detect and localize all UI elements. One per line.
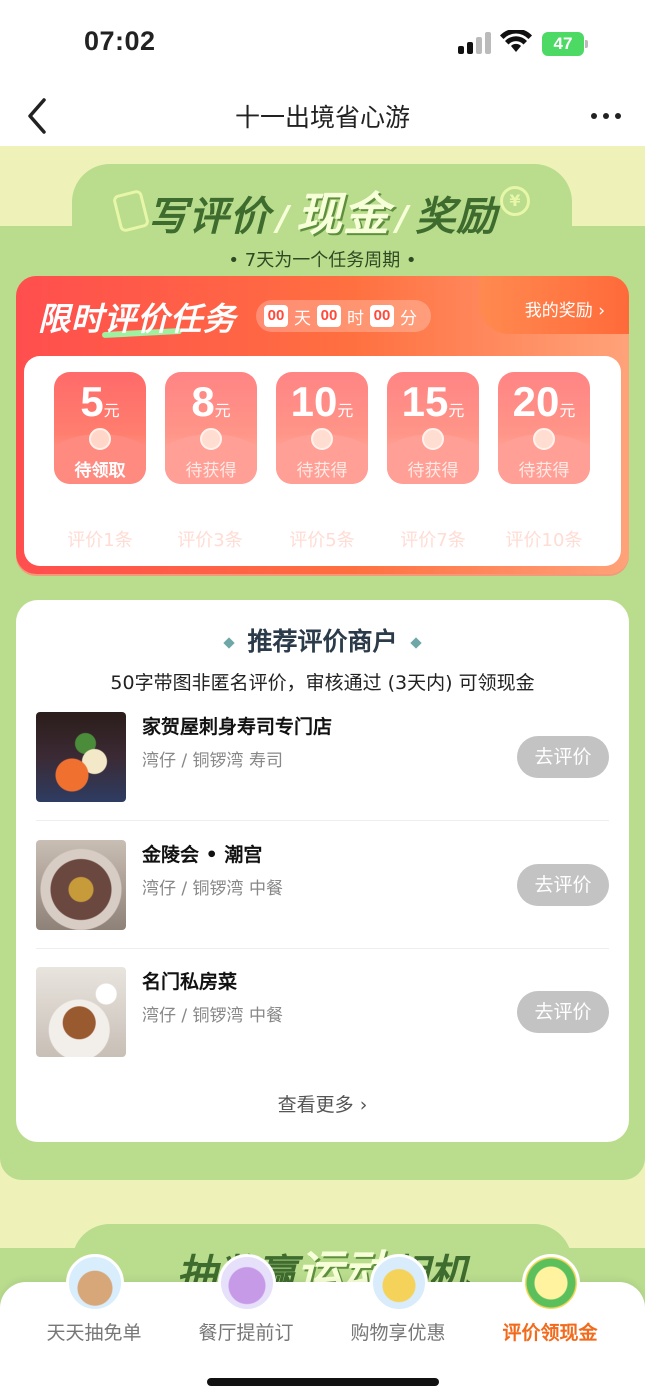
tab-daily-lottery[interactable]: 天天抽免单 — [14, 1254, 174, 1362]
cellular-signal-icon — [458, 32, 492, 54]
merchant-photo — [36, 712, 126, 802]
page-title: 十一出境省心游 — [234, 103, 410, 132]
countdown-hour-unit: 时 — [347, 308, 364, 329]
recommend-subtitle: 50字带图非匿名评价，审核通过 (3天内) 可领现金 — [110, 672, 535, 694]
coupon-unit: 元 — [103, 401, 120, 420]
status-bar: 07:02 47 — [0, 0, 645, 88]
coupon-unit: 元 — [448, 401, 465, 420]
see-more-link[interactable]: 查看更多 › — [16, 1090, 629, 1117]
merchant-name: 家贺屋刺身寿司专门店 — [142, 716, 333, 738]
tab-shopping-deals[interactable]: 购物享优惠 — [318, 1254, 478, 1362]
requirement-label: 评价10条 — [505, 530, 583, 551]
list-item[interactable]: 金陵会 • 潮宫 湾仔 / 铜锣湾 中餐 去评价 — [36, 840, 609, 952]
countdown-timer: 00 天 00 时 00 分 — [256, 300, 431, 332]
list-item[interactable]: 名门私房菜 湾仔 / 铜锣湾 中餐 去评价 — [36, 967, 609, 1079]
countdown-day-unit: 天 — [294, 308, 311, 329]
tab-label: 餐厅提前订 — [198, 1322, 294, 1344]
merchant-photo — [36, 967, 126, 1057]
recommend-title: 推荐评价商户 — [16, 622, 629, 658]
tab-review-cash[interactable]: 评价领现金 — [470, 1254, 630, 1362]
banner-title: 写评价 / 现金 / 奖励 — [147, 187, 498, 241]
coupon-5[interactable]: 5元 待领取 — [54, 372, 146, 484]
coupon-15: 15元 待获得 — [387, 372, 479, 484]
coupon-status: 待获得 — [407, 461, 459, 481]
coupon-10: 10元 待获得 — [276, 372, 368, 484]
merchant-photo — [36, 840, 126, 930]
coupon-8: 8元 待获得 — [165, 372, 257, 484]
divider — [36, 820, 609, 821]
my-reward-link[interactable]: 我的奖励 › — [525, 296, 605, 321]
banner-title-part3: 奖励 — [415, 194, 498, 240]
merchant-name: 名门私房菜 — [142, 971, 238, 993]
diamond-icon — [223, 637, 236, 649]
review-pen-icon — [522, 1254, 580, 1312]
more-dots-icon[interactable] — [591, 100, 623, 130]
seal-icon — [533, 428, 555, 450]
sofa-icon — [218, 1254, 276, 1312]
task-cycle-text: • 7天为一个任务周期 • — [228, 250, 417, 271]
list-item[interactable]: 家贺屋刺身寿司专门店 湾仔 / 铜锣湾 寿司 去评价 — [36, 712, 609, 824]
requirement-label: 评价1条 — [67, 530, 133, 551]
banner-title-part1: 写评价 — [147, 194, 271, 240]
seal-icon — [89, 428, 111, 450]
wifi-icon — [500, 30, 532, 52]
nav-bar: 十一出境省心游 — [0, 88, 645, 146]
review-button[interactable]: 去评价 — [517, 864, 609, 906]
requirement-label: 评价3条 — [177, 530, 243, 551]
review-button[interactable]: 去评价 — [517, 736, 609, 778]
merchant-location: 湾仔 / 铜锣湾 寿司 — [142, 751, 283, 771]
countdown-days: 00 — [264, 305, 288, 327]
coupon-amount: 20 — [512, 378, 560, 425]
coupon-unit: 元 — [214, 401, 231, 420]
countdown-hours: 00 — [317, 305, 341, 327]
coupon-status: 待获得 — [185, 461, 237, 481]
bear-icon — [66, 1254, 124, 1312]
coupon-status: 待获得 — [296, 461, 348, 481]
tab-label: 评价领现金 — [502, 1322, 598, 1344]
coupon-amount: 10 — [290, 378, 338, 425]
seal-icon — [200, 428, 222, 450]
tab-restaurant-booking[interactable]: 餐厅提前订 — [166, 1254, 326, 1362]
home-indicator — [207, 1378, 439, 1386]
tab-label: 购物享优惠 — [350, 1322, 446, 1344]
coupon-list: 5元 待领取 8元 待获得 10元 待获得 15元 待获得 20元 待获得 — [54, 372, 594, 484]
task-card: 限时评价任务 00 天 00 时 00 分 我的奖励 › 5元 待领取 8元 待… — [16, 276, 629, 574]
requirement-label: 评价5条 — [289, 530, 355, 551]
battery-level: 47 — [542, 32, 584, 56]
merchant-location: 湾仔 / 铜锣湾 中餐 — [142, 879, 283, 899]
shopping-bag-icon — [370, 1254, 428, 1312]
banner-title-highlight: 现金 — [296, 187, 390, 241]
recommend-title-text: 推荐评价商户 — [247, 627, 398, 656]
coupon-amount: 5 — [80, 378, 104, 425]
tab-label: 天天抽免单 — [46, 1322, 142, 1344]
coupon-amount: 15 — [401, 378, 449, 425]
requirement-label: 评价7条 — [400, 530, 466, 551]
coupon-unit: 元 — [337, 401, 354, 420]
coupon-amount: 8 — [191, 378, 215, 425]
diamond-icon — [409, 637, 422, 649]
merchant-location: 湾仔 / 铜锣湾 中餐 — [142, 1006, 283, 1026]
coupon-status: 待领取 — [74, 461, 126, 481]
coupon-20: 20元 待获得 — [498, 372, 590, 484]
coupon-unit: 元 — [559, 401, 576, 420]
battery-icon: 47 — [542, 32, 588, 56]
coupon-status: 待获得 — [518, 461, 570, 481]
task-title: 限时评价任务 — [38, 300, 237, 338]
merchant-name: 金陵会 • 潮宫 — [142, 844, 263, 866]
countdown-minute-unit: 分 — [400, 308, 417, 329]
status-time: 07:02 — [84, 26, 156, 56]
task-inner: 5元 待领取 8元 待获得 10元 待获得 15元 待获得 20元 待获得 评价… — [24, 356, 621, 566]
review-button[interactable]: 去评价 — [517, 991, 609, 1033]
seal-icon — [311, 428, 333, 450]
requirement-row: 评价1条 评价3条 评价5条 评价7条 评价10条 — [24, 526, 621, 552]
recommend-card: 推荐评价商户 50字带图非匿名评价，审核通过 (3天内) 可领现金 家贺屋刺身寿… — [16, 600, 629, 1142]
divider — [36, 948, 609, 949]
seal-icon — [422, 428, 444, 450]
countdown-minutes: 00 — [370, 305, 394, 327]
